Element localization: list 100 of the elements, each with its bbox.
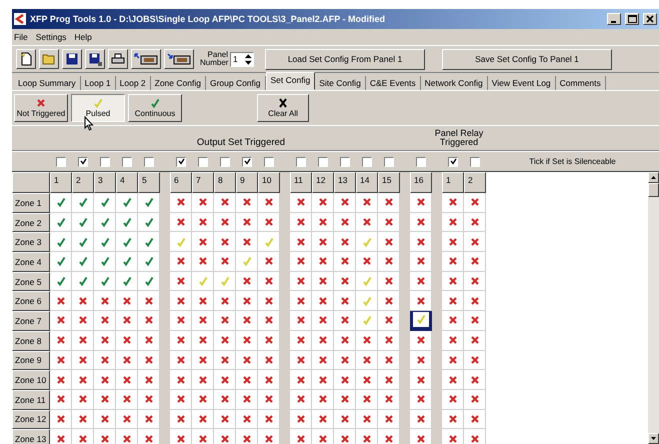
new-file-button[interactable] xyxy=(16,49,36,69)
close-button[interactable] xyxy=(643,13,657,25)
checkbox[interactable] xyxy=(176,156,186,166)
cross-icon xyxy=(470,354,480,365)
cross-icon xyxy=(78,354,88,365)
tab[interactable]: Loop 2 xyxy=(116,76,151,90)
cross-icon xyxy=(448,315,458,326)
maximize-button[interactable] xyxy=(625,13,639,25)
save-as-button[interactable] xyxy=(85,49,105,69)
tab[interactable]: Site Config xyxy=(315,76,366,90)
cross-icon xyxy=(362,374,372,385)
checkbox[interactable] xyxy=(296,156,306,166)
check-icon xyxy=(144,197,154,208)
check-icon xyxy=(78,217,88,228)
cross-icon xyxy=(242,197,252,208)
tab[interactable]: Zone Config xyxy=(150,76,206,90)
spin-arrows-icon xyxy=(244,52,253,66)
cross-icon xyxy=(100,374,110,385)
checkbox[interactable] xyxy=(242,156,252,166)
cross-icon xyxy=(470,335,480,346)
cross-icon xyxy=(384,374,394,385)
clear-all-button[interactable]: Clear All xyxy=(257,94,309,122)
cross-icon xyxy=(340,374,350,385)
mode-button[interactable]: Not Triggered xyxy=(14,94,68,122)
scrollbar-thumb[interactable] xyxy=(648,183,659,197)
cross-icon xyxy=(340,296,350,306)
checkbox[interactable] xyxy=(198,156,208,166)
tab[interactable]: View Event Log xyxy=(488,76,556,90)
checkbox[interactable] xyxy=(122,156,132,166)
checkbox[interactable] xyxy=(56,156,66,166)
checkbox[interactable] xyxy=(470,156,480,166)
grid-cell[interactable] xyxy=(410,311,432,331)
row-header: Zone 11 xyxy=(12,390,50,410)
checkbox[interactable] xyxy=(416,156,426,166)
cross-icon xyxy=(176,394,186,404)
cross-icon xyxy=(242,217,252,228)
panel-config-button[interactable]: Save Set Config To Panel 1 xyxy=(442,48,612,70)
tab[interactable]: Loop 1 xyxy=(80,76,116,90)
check-icon xyxy=(78,256,88,266)
row-header: Zone 4 xyxy=(12,252,50,272)
column-header: 1 xyxy=(442,172,464,193)
cross-icon xyxy=(242,236,252,247)
cross-icon xyxy=(470,296,480,306)
column-header: 2 xyxy=(72,172,94,193)
tab[interactable]: Comments xyxy=(556,76,606,90)
mode-button[interactable]: Continuous xyxy=(128,94,182,122)
cross-icon xyxy=(264,296,274,306)
menu-item[interactable]: Help xyxy=(74,32,92,42)
cross-icon xyxy=(56,354,66,365)
save-button[interactable] xyxy=(62,49,82,69)
cross-icon xyxy=(264,374,274,385)
checkbox[interactable] xyxy=(220,156,230,166)
checkbox[interactable] xyxy=(318,156,328,166)
check-icon xyxy=(78,276,88,286)
tab[interactable]: Network Config xyxy=(420,76,488,90)
cross-icon xyxy=(122,315,132,326)
cross-icon xyxy=(78,296,88,306)
cross-icon xyxy=(278,98,288,108)
checkbox[interactable] xyxy=(78,156,88,166)
cross-icon xyxy=(220,197,230,208)
panel-number-spinner[interactable]: 1 xyxy=(230,52,254,66)
cross-icon xyxy=(296,276,306,286)
cross-icon xyxy=(416,335,426,346)
cross-icon xyxy=(340,197,350,208)
column-header: 14 xyxy=(356,172,378,193)
row-header: Zone 10 xyxy=(12,370,50,390)
minimize-button[interactable] xyxy=(607,13,621,25)
cross-icon xyxy=(384,414,394,424)
mode-button[interactable]: Pulsed xyxy=(71,94,125,122)
cross-icon xyxy=(448,296,458,306)
checkbox[interactable] xyxy=(264,156,274,166)
tab[interactable]: Set Config xyxy=(266,72,316,90)
panel-arrow-icon xyxy=(134,53,158,65)
menu-item[interactable]: Settings xyxy=(36,32,66,42)
cross-icon xyxy=(144,335,154,346)
open-button[interactable] xyxy=(39,49,59,69)
print-button[interactable] xyxy=(108,49,128,69)
checkbox[interactable] xyxy=(448,156,458,166)
checkbox[interactable] xyxy=(340,156,350,166)
cross-icon xyxy=(176,434,186,444)
cross-icon xyxy=(56,394,66,404)
panel-config-button[interactable]: Load Set Config From Panel 1 xyxy=(265,48,425,70)
cross-icon xyxy=(416,236,426,247)
cross-icon xyxy=(78,434,88,444)
menu-item[interactable]: File xyxy=(14,32,28,42)
checkbox[interactable] xyxy=(144,156,154,166)
checkbox[interactable] xyxy=(100,156,110,166)
cross-icon xyxy=(56,414,66,424)
scrollbar[interactable] xyxy=(648,172,659,444)
cross-icon xyxy=(144,296,154,306)
cross-icon xyxy=(416,276,426,286)
check-icon xyxy=(150,98,160,108)
cross-icon xyxy=(100,296,110,306)
checkbox[interactable] xyxy=(362,156,372,166)
download-button[interactable] xyxy=(164,49,194,69)
cross-icon xyxy=(264,434,274,444)
tab[interactable]: C&E Events xyxy=(366,76,421,90)
upload-button[interactable] xyxy=(131,49,161,69)
tab[interactable]: Loop Summary xyxy=(14,76,81,90)
checkbox[interactable] xyxy=(384,156,394,166)
